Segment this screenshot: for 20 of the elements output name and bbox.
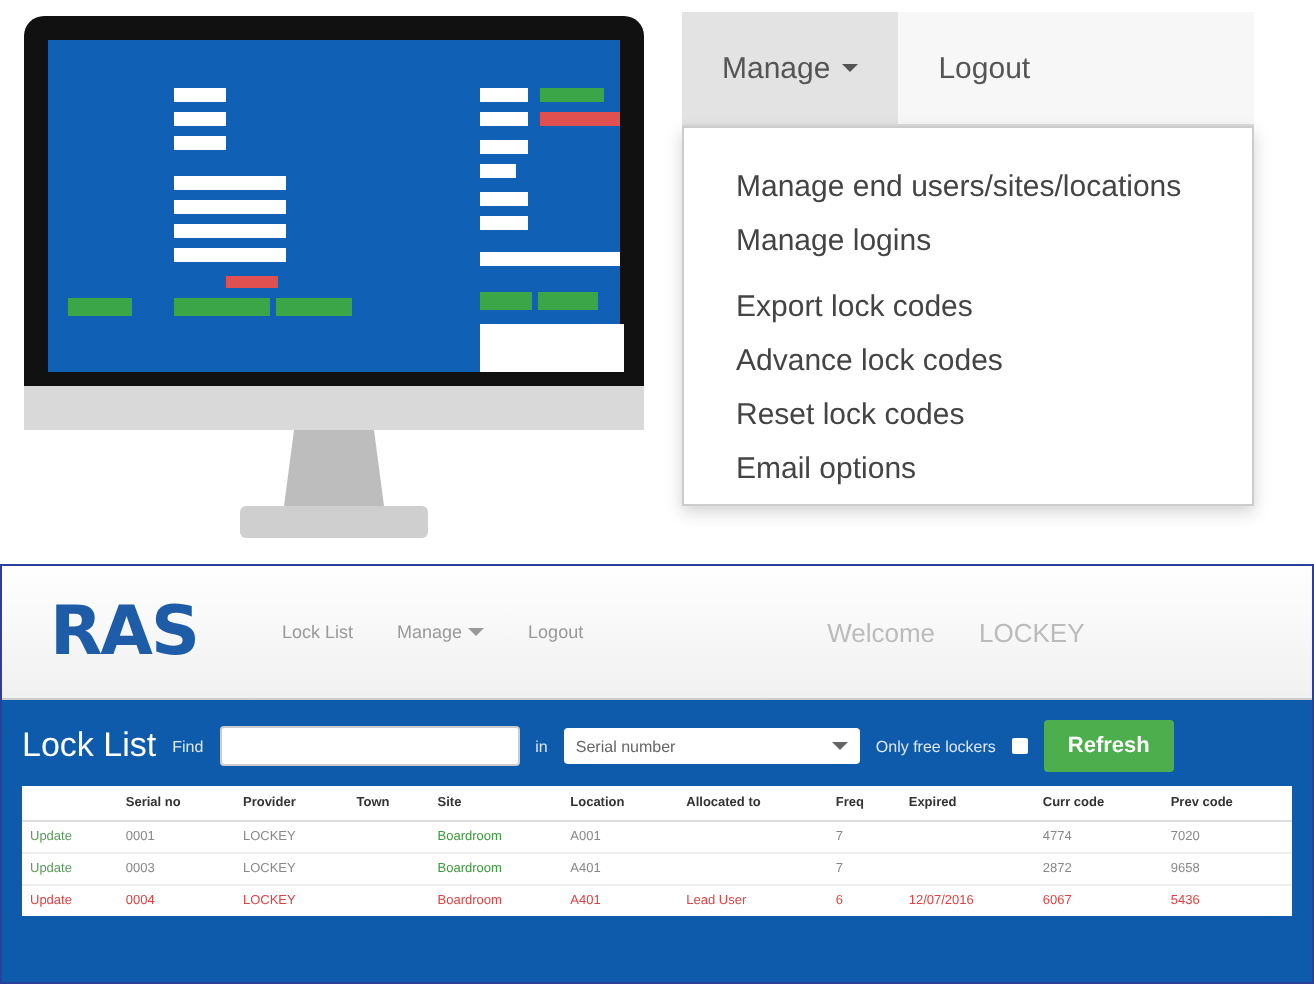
menu-item[interactable]: Export lock codes [684, 280, 1252, 334]
find-label: Find [172, 737, 204, 755]
caret-icon [468, 628, 485, 636]
caret-icon [842, 64, 859, 72]
menu-item[interactable]: Manage end users/sites/locations [684, 160, 1252, 214]
user-name: LOCKEY [979, 617, 1085, 647]
menu-item[interactable]: Manage logins [684, 214, 1252, 268]
search-field[interactable] [219, 726, 520, 766]
logo: RAS [50, 592, 198, 672]
search-field-select[interactable]: Serial number [563, 728, 860, 764]
free-lockers-label: Only free lockers [875, 737, 996, 755]
checkbox[interactable] [1011, 738, 1028, 754]
nav-tab[interactable]: Manage [682, 12, 899, 124]
menu-item[interactable]: Reset lock codes [684, 388, 1252, 442]
in-label: in [535, 737, 548, 755]
nav-tab[interactable]: Logout [898, 12, 1071, 124]
page-title: Lock List [22, 726, 157, 766]
welcome-text: Welcome [827, 617, 936, 647]
menu-item[interactable]: Advance lock codes [684, 334, 1252, 388]
menu-item[interactable]: Email options [684, 442, 1252, 496]
